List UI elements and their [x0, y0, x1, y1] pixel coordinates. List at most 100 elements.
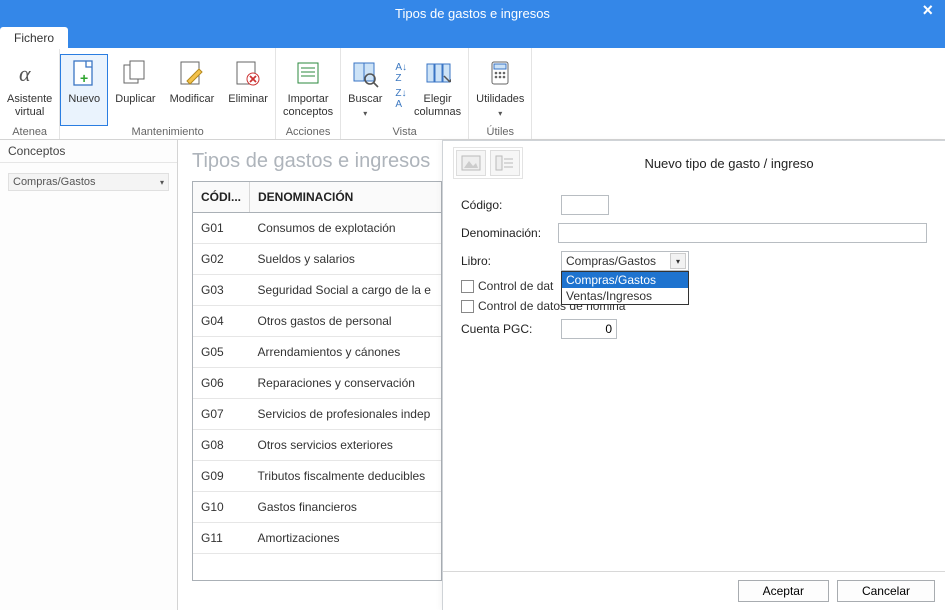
libro-option-compras[interactable]: Compras/Gastos [562, 272, 688, 288]
ribbon-group-utiles: Utilidades ▾ Útiles [469, 48, 532, 139]
table-row[interactable]: G07Servicios de profesionales indep [193, 399, 441, 430]
close-icon[interactable]: × [916, 0, 939, 21]
cell-name: Otros servicios exteriores [250, 430, 441, 461]
sort-desc-button[interactable]: Z↓A [395, 88, 407, 110]
cell-name: Sueldos y salarios [250, 244, 441, 275]
tab-fichero[interactable]: Fichero [0, 27, 68, 49]
sort-buttons: A↓Z Z↓A [395, 62, 407, 110]
svg-text:+: + [80, 70, 88, 86]
duplicar-label: Duplicar [115, 93, 155, 106]
sidebar-header: Conceptos [0, 140, 177, 163]
table-row[interactable]: G01Consumos de explotación [193, 213, 441, 244]
denominacion-input[interactable] [558, 223, 927, 243]
table-row[interactable]: G05Arrendamientos y cánones [193, 337, 441, 368]
ribbon-group-acciones-label: Acciones [276, 126, 340, 141]
cell-name: Amortizaciones [250, 523, 441, 554]
cell-code: G03 [193, 275, 250, 306]
cell-name: Servicios de profesionales indep [250, 399, 441, 430]
nuevo-button[interactable]: + Nuevo [60, 54, 108, 126]
importar-conceptos-button[interactable]: Importar conceptos [276, 54, 340, 126]
svg-text:α: α [19, 61, 31, 86]
libro-dropdown[interactable]: Compras/Gastos ▾ Compras/Gastos Ventas/I… [561, 251, 689, 271]
cell-code: G05 [193, 337, 250, 368]
search-icon [348, 57, 382, 91]
control-datos-irpf-checkbox[interactable] [461, 280, 474, 293]
cell-code: G01 [193, 213, 250, 244]
libro-options-list: Compras/Gastos Ventas/Ingresos [561, 271, 689, 305]
ribbon: α Asistente virtual Atenea + Nuevo Dupli… [0, 48, 945, 140]
view-mode-image-button[interactable] [456, 150, 486, 176]
cell-code: G06 [193, 368, 250, 399]
ribbon-group-acciones: Importar conceptos Acciones [276, 48, 341, 139]
elegir-label-l1: Elegir [424, 93, 452, 106]
elegir-label-l2: columnas [414, 106, 461, 119]
cancel-button[interactable]: Cancelar [837, 580, 935, 602]
denominacion-label: Denominación: [461, 226, 558, 240]
cell-code: G08 [193, 430, 250, 461]
sidebar: Conceptos Compras/Gastos ▾ [0, 140, 178, 610]
table-row[interactable]: G11Amortizaciones [193, 523, 441, 554]
sort-asc-button[interactable]: A↓Z [395, 62, 407, 84]
asistente-label-l2: virtual [15, 106, 44, 119]
table-row[interactable]: G03Seguridad Social a cargo de la e [193, 275, 441, 306]
cell-code: G11 [193, 523, 250, 554]
codigo-input[interactable] [561, 195, 609, 215]
ribbon-group-atenea-label: Atenea [0, 126, 59, 141]
utilidades-label: Utilidades [476, 93, 524, 106]
cuenta-pgc-label: Cuenta PGC: [461, 322, 561, 336]
dialog-title: Nuevo tipo de gasto / ingreso [523, 156, 935, 171]
cell-code: G02 [193, 244, 250, 275]
asistente-virtual-button[interactable]: α Asistente virtual [0, 54, 59, 126]
cell-name: Tributos fiscalmente deducibles [250, 461, 441, 492]
table-row[interactable]: G02Sueldos y salarios [193, 244, 441, 275]
chevron-down-icon: ▾ [160, 178, 164, 187]
ribbon-group-mantenimiento: + Nuevo Duplicar Modificar Eli [60, 48, 276, 139]
view-mode-list-button[interactable] [490, 150, 520, 176]
asistente-label-l1: Asistente [7, 93, 52, 106]
ribbon-group-atenea: α Asistente virtual Atenea [0, 48, 60, 139]
new-file-icon: + [67, 57, 101, 91]
chevron-down-icon: ▾ [670, 253, 686, 269]
table-row[interactable]: G09Tributos fiscalmente deducibles [193, 461, 441, 492]
cuenta-pgc-input[interactable] [561, 319, 617, 339]
col-header-code[interactable]: CÓDI... [193, 182, 250, 213]
sidebar-category-selected: Compras/Gastos [13, 176, 96, 188]
import-icon [291, 57, 325, 91]
utilidades-button[interactable]: Utilidades ▾ [469, 54, 531, 126]
eliminar-label: Eliminar [228, 93, 268, 106]
codigo-label: Código: [461, 198, 561, 212]
libro-option-ventas[interactable]: Ventas/Ingresos [562, 288, 688, 304]
cell-name: Arrendamientos y cánones [250, 337, 441, 368]
cell-code: G09 [193, 461, 250, 492]
sidebar-category-dropdown[interactable]: Compras/Gastos ▾ [8, 173, 169, 191]
window-title: Tipos de gastos e ingresos [395, 6, 550, 21]
edit-icon [175, 57, 209, 91]
cell-name: Seguridad Social a cargo de la e [250, 275, 441, 306]
alpha-icon: α [13, 57, 47, 91]
control-datos-nomina-checkbox[interactable] [461, 300, 474, 313]
eliminar-button[interactable]: Eliminar [221, 54, 275, 126]
titlebar: Tipos de gastos e ingresos × [0, 0, 945, 26]
cell-name: Otros gastos de personal [250, 306, 441, 337]
delete-icon [231, 57, 265, 91]
modificar-button[interactable]: Modificar [163, 54, 222, 126]
dialog-header: Nuevo tipo de gasto / ingreso [443, 141, 945, 185]
col-header-name[interactable]: DENOMINACIÓN [250, 182, 441, 213]
buscar-label: Buscar [348, 93, 382, 106]
table-row[interactable]: G08Otros servicios exteriores [193, 430, 441, 461]
control-datos-irpf-label: Control de dat [478, 279, 553, 293]
table-row[interactable]: G10Gastos financieros [193, 492, 441, 523]
duplicate-icon [118, 57, 152, 91]
elegir-columnas-button[interactable]: Elegir columnas [407, 54, 468, 126]
tab-row: Fichero [0, 26, 945, 48]
accept-button[interactable]: Aceptar [738, 580, 829, 602]
ribbon-group-vista-label: Vista [341, 126, 468, 141]
cell-code: G10 [193, 492, 250, 523]
table-row[interactable]: G04Otros gastos de personal [193, 306, 441, 337]
ribbon-group-utiles-label: Útiles [469, 126, 531, 141]
table-row[interactable]: G06Reparaciones y conservación [193, 368, 441, 399]
ribbon-group-vista: Buscar ▾ A↓Z Z↓A Elegir columnas Vista [341, 48, 469, 139]
buscar-button[interactable]: Buscar ▾ [341, 54, 389, 126]
duplicar-button[interactable]: Duplicar [108, 54, 162, 126]
importar-label-l1: Importar [288, 93, 329, 106]
